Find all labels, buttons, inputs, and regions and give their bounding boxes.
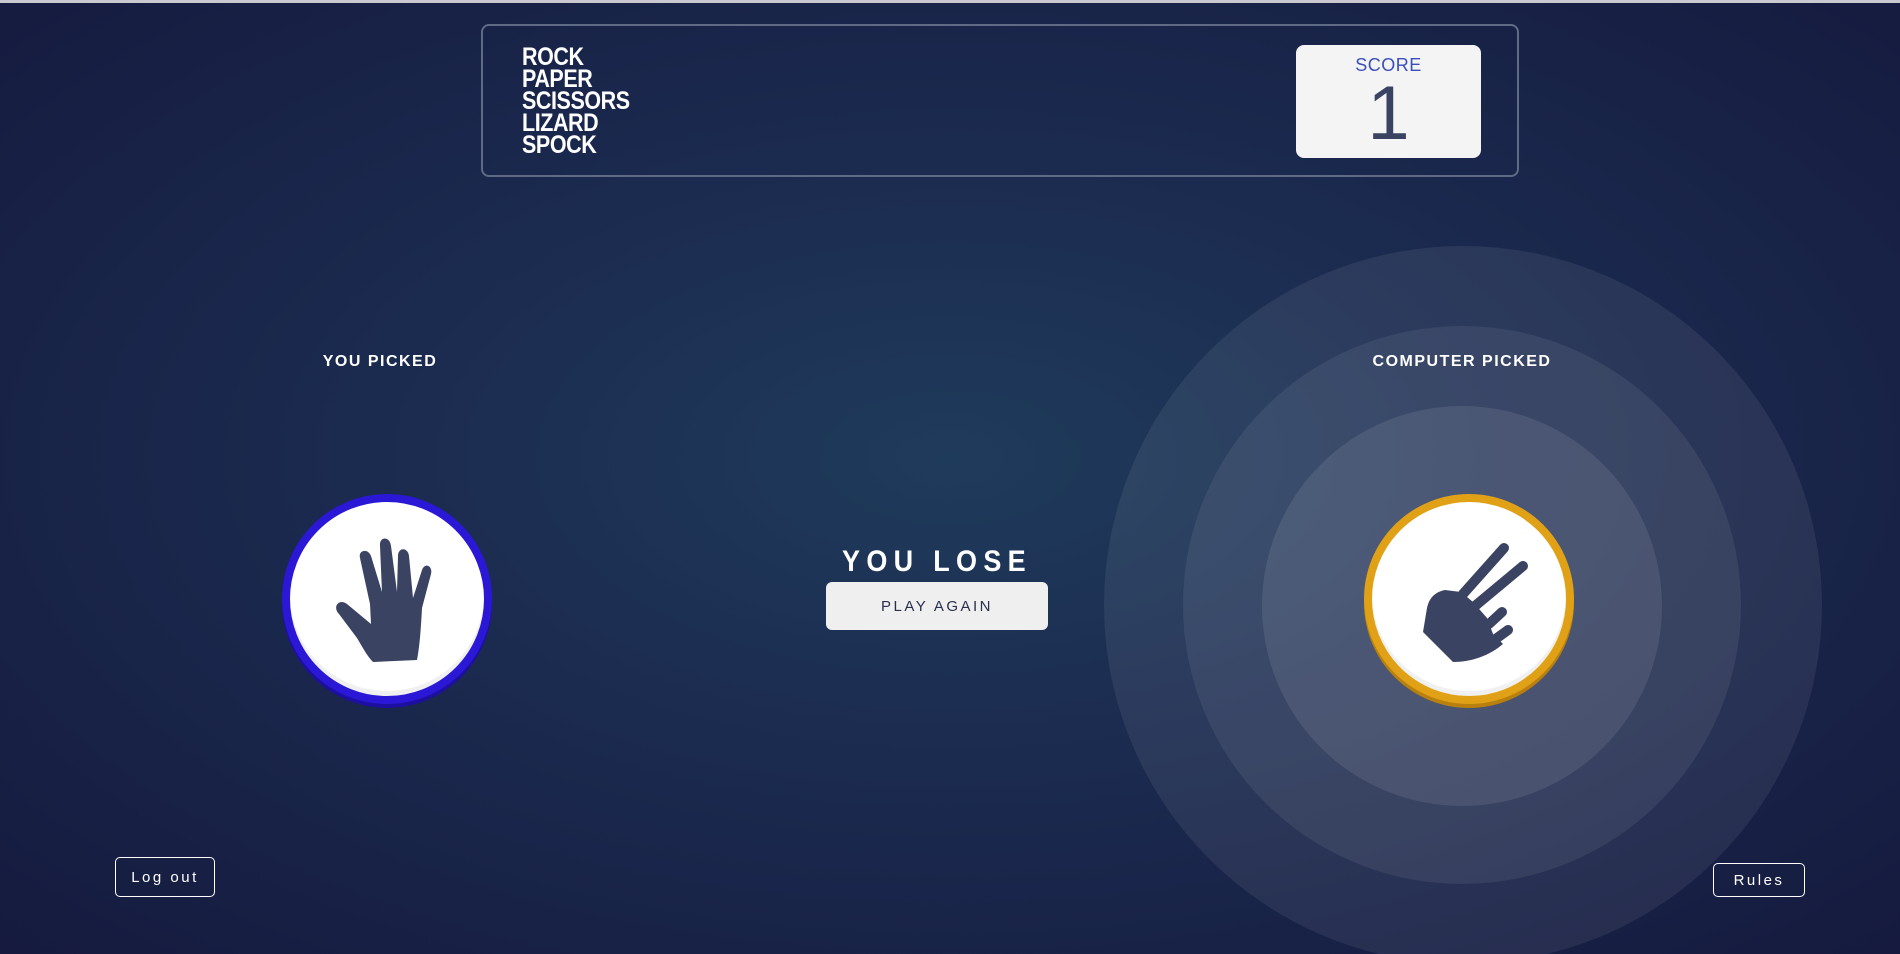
top-border	[0, 0, 1900, 3]
logout-button[interactable]: Log out	[115, 857, 215, 897]
paper-hand-icon	[336, 538, 432, 662]
logo-line-spock: SPOCK	[522, 131, 597, 159]
scissors-hand-icon	[1423, 543, 1528, 662]
result-text: YOU LOSE	[842, 545, 1032, 578]
score-value: 1	[1367, 71, 1410, 156]
you-picked-label: YOU PICKED	[322, 353, 438, 370]
result-panel: YOU LOSE PLAY AGAIN	[826, 544, 1048, 630]
score-box: SCORE 1	[1296, 45, 1481, 158]
play-again-button[interactable]: PLAY AGAIN	[826, 582, 1048, 630]
computer-choice-token	[1364, 494, 1574, 704]
game-logo: ROCK PAPER SCISSORS LIZARD SPOCK	[522, 45, 630, 159]
player-choice-token	[282, 494, 492, 704]
game-header: ROCK PAPER SCISSORS LIZARD SPOCK SCORE 1	[481, 24, 1519, 177]
rules-button[interactable]: Rules	[1713, 863, 1805, 897]
